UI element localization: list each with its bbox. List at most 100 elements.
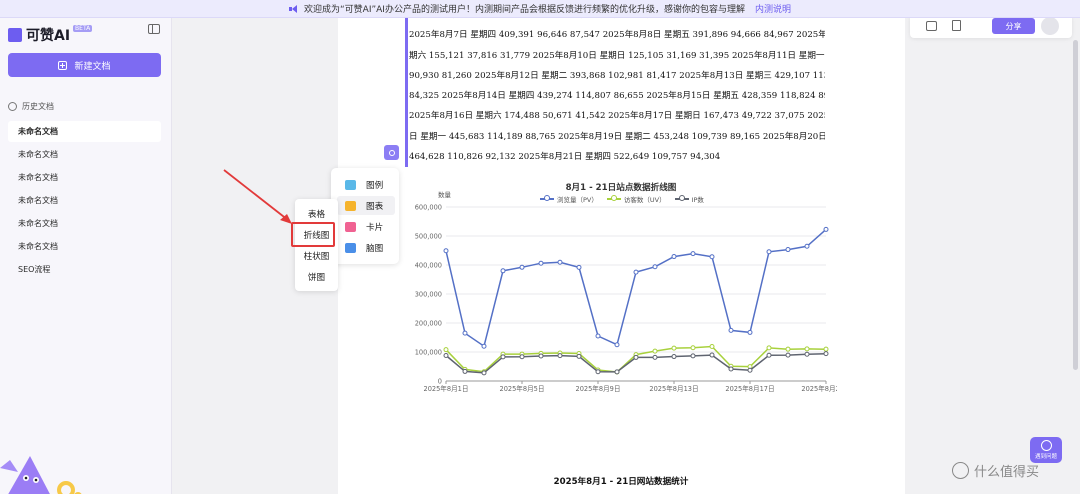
text-line: 84,325 2025年8月14日 星期四 439,274 114,807 86… (409, 91, 825, 102)
new-document-button[interactable]: 新建文档 (8, 53, 161, 77)
insert-menu: 图例 图表 卡片 脑图 (331, 168, 399, 264)
data-point (804, 243, 810, 249)
data-point (538, 260, 544, 266)
data-point (709, 352, 715, 358)
text-line: 90,930 81,260 2025年8月12日 星期二 393,868 102… (409, 70, 825, 81)
chart-type-table[interactable]: 表格 (295, 204, 338, 224)
text-line: 2025年8月7日 星期四 409,391 96,646 87,547 2025… (409, 30, 825, 41)
history-header: 历史文档 (8, 101, 54, 112)
collapse-sidebar-icon[interactable] (148, 24, 160, 34)
page-scrollbar[interactable] (1073, 40, 1078, 370)
data-point (614, 342, 620, 348)
data-point (443, 248, 449, 254)
image-icon[interactable] (926, 21, 937, 31)
x-tick-label: 2025年8月21日 (801, 384, 837, 393)
data-point (633, 354, 639, 360)
red-arrow-annotation (223, 169, 292, 224)
insert-item-label: 图例 (366, 180, 384, 191)
y-tick-label: 300,000 (415, 291, 442, 299)
data-point (500, 268, 506, 274)
app-window: 欢迎成为“可赞AI”AI办公产品的测试用户！内测期间产品会根据反馈进行频繁的优化… (0, 0, 1080, 494)
plus-icon (58, 60, 68, 70)
data-point (519, 264, 525, 270)
data-point (481, 343, 487, 349)
share-button[interactable]: 分享 (992, 18, 1035, 34)
data-point (519, 354, 525, 360)
data-point (576, 264, 582, 270)
export-document-icon[interactable] (952, 20, 961, 31)
data-point (785, 346, 791, 352)
insert-mind-map[interactable]: 脑图 (337, 238, 395, 257)
text-line: 日 星期一 445,683 114,189 88,765 2025年8月19日 … (409, 131, 825, 142)
data-point (766, 249, 772, 255)
x-tick-label: 2025年8月1日 (424, 384, 469, 393)
watermark-logo-icon (952, 462, 969, 479)
data-point (690, 345, 696, 351)
card-icon (345, 221, 356, 232)
data-point (557, 259, 563, 265)
insert-chart[interactable]: 图表 (337, 196, 395, 215)
history-item[interactable]: 未命名文档 (8, 190, 161, 211)
help-button[interactable]: 遇到问题 (1030, 437, 1062, 463)
data-point (823, 346, 829, 352)
data-point (671, 254, 677, 260)
data-point (443, 352, 449, 358)
brand-name: 可赞AI (26, 28, 71, 44)
history-item[interactable]: 未命名文档 (8, 121, 161, 142)
chart-type-line[interactable]: 折线图 (295, 225, 338, 245)
speaker-icon (289, 4, 299, 13)
beta-info-link[interactable]: 内测说明 (755, 2, 791, 15)
beta-badge: BETA (73, 25, 93, 32)
data-point (500, 354, 506, 360)
data-point (557, 353, 563, 359)
line-chart: 0100,000200,000300,000400,000500,000600,… (415, 204, 837, 394)
history-item[interactable]: 未命名文档 (8, 167, 161, 188)
document-text-block[interactable]: 92,809 83,084 2025年8月5日 星期二 392,038 92,8… (405, 5, 825, 168)
data-point (709, 254, 715, 260)
data-point (804, 351, 810, 357)
series-line (445, 228, 827, 348)
chart-type-pie[interactable]: 饼图 (295, 267, 338, 287)
ai-search-icon[interactable] (384, 145, 399, 160)
y-tick-label: 100,000 (415, 349, 442, 357)
data-point (747, 329, 753, 335)
clock-icon (8, 102, 17, 111)
text-line: 2025年8月16日 星期六 174,488 50,671 41,542 202… (409, 111, 825, 122)
data-point (709, 344, 715, 350)
data-point (595, 333, 601, 339)
legend-icon (345, 179, 356, 190)
notice-text: 欢迎成为“可赞AI”AI办公产品的测试用户！内测期间产品会根据反馈进行频繁的优化… (304, 5, 745, 15)
insert-item-label: 图表 (366, 201, 384, 212)
mind-map-icon (345, 242, 356, 253)
history-title: 历史文档 (22, 102, 54, 111)
data-point (576, 353, 582, 359)
data-point (652, 264, 658, 270)
data-point (462, 368, 468, 374)
avatar[interactable] (1041, 17, 1059, 35)
x-tick-label: 2025年8月17日 (725, 384, 774, 393)
data-point (766, 345, 772, 351)
insert-item-label: 脑图 (366, 243, 384, 254)
chart-type-bar[interactable]: 柱状图 (295, 246, 338, 266)
data-point (595, 369, 601, 375)
k-logo-icon (8, 28, 22, 42)
brand-logo[interactable]: 可赞AI BETA (8, 25, 93, 45)
data-point (728, 366, 734, 372)
data-point (785, 247, 791, 253)
insert-card[interactable]: 卡片 (337, 217, 395, 236)
history-item[interactable]: SEO流程 (8, 259, 161, 280)
data-point (462, 330, 468, 336)
x-tick-label: 2025年8月5日 (500, 384, 545, 393)
data-point (785, 352, 791, 358)
data-point (443, 347, 449, 353)
history-item[interactable]: 未命名文档 (8, 213, 161, 234)
text-line: 464,628 110,826 92,132 2025年8月21日 星期四 52… (409, 152, 721, 163)
table-title: 2025年8月1 - 21日网站数据统计 (553, 477, 689, 487)
insert-legend[interactable]: 图例 (337, 175, 395, 194)
history-item[interactable]: 未命名文档 (8, 236, 161, 257)
chart-type-menu: 表格 折线图 柱状图 饼图 (295, 199, 338, 291)
data-point (633, 269, 639, 275)
beta-notice-bar: 欢迎成为“可赞AI”AI办公产品的测试用户！内测期间产品会根据反馈进行频繁的优化… (0, 0, 1080, 18)
history-item[interactable]: 未命名文档 (8, 144, 161, 165)
insert-item-label: 卡片 (366, 222, 384, 233)
